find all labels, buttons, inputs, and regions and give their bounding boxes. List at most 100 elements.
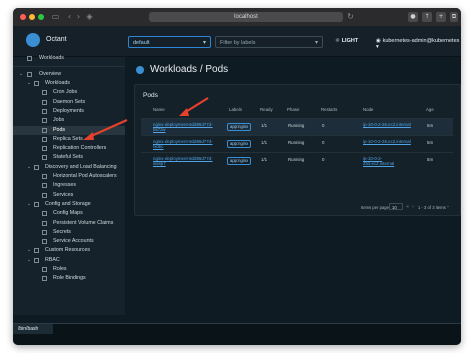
sun-icon: ☼	[335, 38, 342, 44]
column-header-phase[interactable]: Phase	[287, 107, 299, 112]
pods-card: Pods Name Labels Ready Phase Restarts No…	[134, 84, 461, 216]
column-header-name[interactable]: Name	[153, 107, 165, 112]
shield-icon[interactable]: ◈	[85, 12, 94, 21]
sidebar-toggle-icon[interactable]: ▭	[51, 12, 60, 21]
table-row[interactable]: nginx-deployment-6dd86d77d-ws8p7 app:ngin…	[141, 152, 453, 170]
node-link[interactable]: ip-10-0-2-26.ec2.internal	[363, 139, 423, 144]
node-link[interactable]: ip-10-0-2- 253.ec2.internal	[363, 156, 423, 166]
page-range: 1 - 3 of 3 items	[418, 205, 446, 210]
sidebar-item[interactable]: Stateful Sets	[13, 153, 125, 162]
sidebar-item[interactable]: Horizontal Pod Autoscalers	[13, 172, 125, 181]
chevron-down-icon: ⌄	[19, 71, 24, 77]
share-icon[interactable]: ↑	[422, 12, 432, 22]
item-icon	[42, 146, 47, 152]
next-page-icon[interactable]: ›	[447, 204, 449, 210]
section-icon	[34, 257, 39, 263]
item-icon	[42, 99, 47, 105]
column-header-ready[interactable]: Ready	[260, 107, 273, 112]
label-filter-input[interactable]: Filter by labels ▾	[215, 36, 323, 48]
column-header-labels[interactable]: Labels	[229, 107, 242, 112]
theme-toggle-label: LIGHT	[341, 38, 359, 44]
browser-window: ▭ ‹ › ◈ localhost ↻ ● ↑ + ⧉ Octant defau…	[13, 8, 461, 345]
maximize-window-icon[interactable]	[38, 14, 44, 20]
chevron-down-icon: ⌄	[27, 163, 32, 170]
sidebar-item[interactable]: Replication Controllers	[13, 144, 125, 153]
items-per-page-label: Items per page:	[361, 205, 391, 210]
sidebar-item-overview[interactable]: ⌄ Overview	[13, 70, 125, 79]
sidebar-item[interactable]: Services	[13, 191, 125, 200]
sidebar-section-header[interactable]: ⌄ RBAC	[13, 256, 125, 265]
sidebar-item[interactable]: Config Maps	[13, 209, 125, 218]
reload-icon[interactable]: ↻	[346, 12, 355, 21]
context-value: kubernetes-admin@kubernetes	[382, 38, 460, 44]
page-size-value: 10	[392, 205, 397, 210]
first-page-icon[interactable]: «	[406, 204, 409, 210]
app-brand: Octant	[46, 36, 67, 43]
forward-icon[interactable]: ›	[74, 12, 83, 21]
pod-name-link[interactable]: nginx-deployment-6dd86d77d-fxdbc	[153, 139, 223, 149]
label-badge[interactable]: app:nginx	[227, 157, 252, 165]
sidebar-item[interactable]: Replica Sets	[13, 135, 125, 144]
chevron-down-icon: ▾	[376, 44, 379, 50]
address-bar[interactable]: localhost	[149, 12, 343, 22]
terminal-tab[interactable]: /bin/bash	[13, 324, 53, 334]
item-icon	[42, 108, 47, 114]
item-icon	[42, 229, 47, 235]
sidebar-item[interactable]: Cron Jobs	[13, 88, 125, 97]
item-icon	[42, 267, 47, 272]
terminal-panel: /bin/bash	[13, 323, 461, 345]
item-icon	[42, 127, 47, 133]
extension-icon[interactable]: ●	[408, 12, 418, 22]
sidebar-section-header[interactable]: ⌄ Custom Resources	[13, 246, 125, 255]
sidebar-item[interactable]: Role Bindings	[13, 274, 125, 283]
context-select[interactable]: ◉ kubernetes-admin@kubernetes ▾	[376, 38, 461, 50]
label-badge[interactable]: app:nginx	[227, 123, 252, 131]
sidebar-section-header[interactable]: ⌄ Config and Storage	[13, 200, 125, 209]
namespace-select[interactable]: default ▾	[128, 36, 211, 48]
pod-name-link[interactable]: nginx-deployment-6dd86d77d-ws8p7	[153, 156, 223, 166]
new-tab-icon[interactable]: +	[436, 12, 446, 22]
table-row[interactable]: nginx-deployment-6dd86d77d-fxdbc app:ngin…	[141, 135, 453, 151]
octant-logo-icon	[26, 33, 40, 47]
previous-page-icon[interactable]: ‹	[412, 204, 414, 210]
back-icon[interactable]: ‹	[65, 12, 74, 21]
table-row[interactable]: nginx-deployment-6dd86d77d-bk7zw app:ngin…	[141, 118, 453, 136]
page-size-select[interactable]: 10	[389, 203, 403, 210]
sidebar-item[interactable]: Secrets	[13, 228, 125, 237]
section-icon	[34, 164, 39, 170]
sidebar-item[interactable]: Roles	[13, 265, 125, 274]
sidebar-item[interactable]: Pods	[13, 125, 125, 135]
chevron-down-icon: ⌄	[27, 256, 32, 263]
sidebar-item-workloads-top[interactable]: Workloads	[13, 52, 125, 64]
ready-value: 1/1	[261, 140, 268, 145]
sidebar-item[interactable]: Deployments	[13, 107, 125, 116]
column-header-restarts[interactable]: Restarts	[321, 107, 337, 112]
workloads-icon	[27, 56, 32, 61]
pod-name-link[interactable]: nginx-deployment-6dd86d77d-bk7zw	[153, 122, 223, 132]
page-title: Workloads / Pods	[150, 64, 229, 75]
sidebar-item[interactable]: Ingresses	[13, 181, 125, 190]
divider	[13, 66, 125, 67]
sidebar-item[interactable]: Persistent Volume Claims	[13, 219, 125, 228]
minimize-window-icon[interactable]	[29, 14, 35, 20]
sidebar-item[interactable]: Service Accounts	[13, 237, 125, 246]
chevron-down-icon: ⌄	[27, 247, 32, 254]
sidebar-item[interactable]: Daemon Sets	[13, 98, 125, 107]
item-icon	[42, 118, 47, 124]
sidebar-section-header[interactable]: ⌄ Discovery and Load Balancing	[13, 163, 125, 172]
restarts-value: 0	[322, 123, 325, 128]
sidebar-section-header[interactable]: ⌄ Workloads	[13, 79, 125, 88]
tabs-overview-icon[interactable]: ⧉	[450, 12, 458, 22]
column-header-age[interactable]: Age	[426, 107, 434, 112]
column-header-node[interactable]: Node	[363, 107, 374, 112]
node-link[interactable]: ip-10-0-2-26.ec2.internal	[363, 122, 423, 127]
label-badge[interactable]: app:nginx	[227, 140, 252, 148]
namespace-value: default	[133, 40, 150, 46]
section-icon	[34, 81, 39, 86]
close-window-icon[interactable]	[20, 14, 26, 20]
phase-value: Running	[288, 123, 305, 128]
theme-toggle-button[interactable]: ☼ LIGHT	[335, 38, 358, 44]
sidebar-item[interactable]: Jobs	[13, 116, 125, 125]
browser-toolbar: ▭ ‹ › ◈ localhost ↻ ● ↑ + ⧉	[13, 8, 461, 26]
restarts-value: 0	[322, 140, 325, 145]
